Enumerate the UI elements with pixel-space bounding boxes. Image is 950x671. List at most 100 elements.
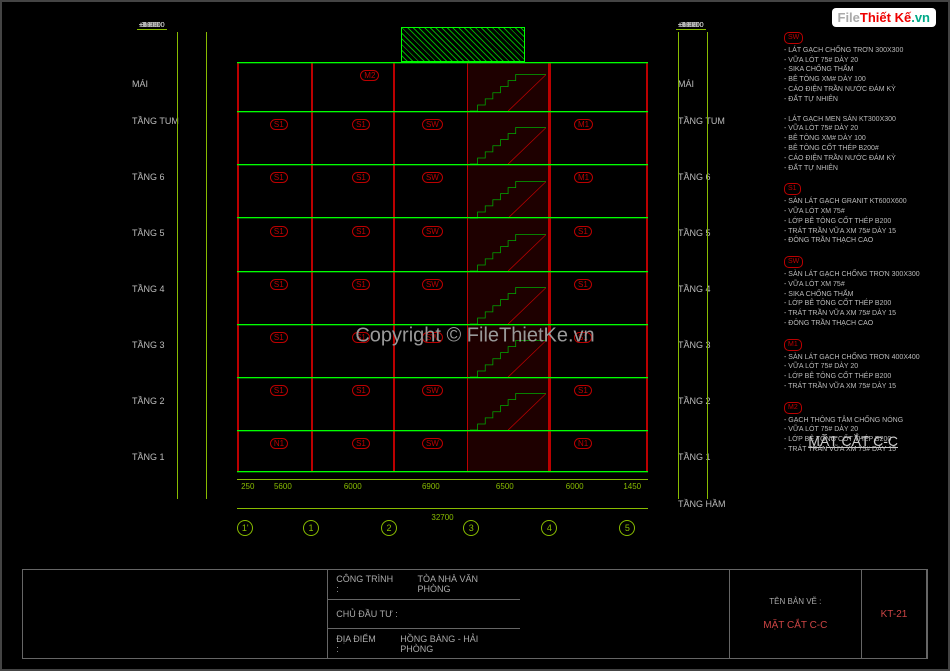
room-tag: S1 xyxy=(270,226,288,237)
room-tag: S1 xyxy=(352,172,370,183)
note-block: - LÁT GẠCH MEN SÁN KT300X300- VỮA LÓT 75… xyxy=(784,115,934,174)
stair-flight xyxy=(470,230,546,274)
room-tag: S1 xyxy=(352,385,370,396)
note-block: S1- SÀN LÁT GẠCH GRANIT KT600X600- VỮA L… xyxy=(784,183,934,246)
note-block: M1 - SÀN LÁT GẠCH CHỐNG TRƠN 400X400- VỮA… xyxy=(784,339,934,392)
slab xyxy=(237,164,648,168)
room-tag: S1 xyxy=(270,279,288,290)
slab xyxy=(237,471,648,475)
ext-wall-right xyxy=(646,62,648,471)
tb-value: TÒA NHÀ VĂN PHÒNG xyxy=(417,574,512,594)
dim: 1450 xyxy=(623,482,641,491)
note-line: - TRÁT TRẦN VỮA XM 75# DÀY 15 xyxy=(784,227,934,237)
note-line: - SIKA CHỐNG THẤM xyxy=(784,290,934,300)
level-label: TẦNG 3 xyxy=(132,340,165,350)
room-tag: S1 xyxy=(270,119,288,130)
note-line: - BÊ TÔNG XM# DÀY 100 xyxy=(784,134,934,144)
room-tag: SW xyxy=(422,226,443,237)
note-tag: SW xyxy=(784,256,803,268)
int-wall xyxy=(311,62,313,471)
room-tag: SW xyxy=(422,279,443,290)
building-section: M2 S1S1SWM1S1S1SWM1S1S1SWS1S1S1SWS1S1S1S… xyxy=(237,62,648,471)
level-label: TẦNG 6 xyxy=(132,172,165,182)
int-wall xyxy=(549,62,551,471)
grid-bubble: 2 xyxy=(381,520,397,536)
level-label: TẦNG 1 xyxy=(132,452,165,462)
tb-label: CHỦ ĐẦU TƯ : xyxy=(336,609,398,619)
note-tag: SW xyxy=(784,32,803,44)
dim: 250 xyxy=(241,482,254,491)
note-line: - ĐẤT TỰ NHIÊN xyxy=(784,164,934,174)
dim: 6500 xyxy=(496,482,514,491)
note-line: - ĐÔNG TRẦN THẠCH CAO xyxy=(784,236,934,246)
note-block: M2- GẠCH THÔNG TÂM CHỐNG NÓNG- VỮA LÓT 7… xyxy=(784,402,934,455)
room-tag: S1 xyxy=(574,385,592,396)
dim-column-left xyxy=(177,32,207,499)
slab xyxy=(237,111,648,115)
room-tag: S1 xyxy=(270,332,288,343)
stair-flight xyxy=(470,283,546,327)
stair-flight xyxy=(470,177,546,221)
grid-bubble: 3 xyxy=(463,520,479,536)
grid-bubble: 1 xyxy=(303,520,319,536)
roof-structure xyxy=(401,27,524,62)
dim: 6000 xyxy=(566,482,584,491)
note-line: - ĐÔNG TRẦN THẠCH CAO xyxy=(784,319,934,329)
stair-flight xyxy=(470,389,546,433)
slab xyxy=(237,217,648,221)
watermark: Copyright © FileThietKe.vn xyxy=(355,324,594,347)
note-line: - VỮA LÓT 75# DÀY 20 xyxy=(784,425,934,435)
note-line: - SÀN LÁT GẠCH CHỐNG TRƠN 300X300 xyxy=(784,270,934,280)
dim: 6900 xyxy=(422,482,440,491)
stair-flight xyxy=(470,70,546,114)
tb-value: HỒNG BÀNG - HẢI PHÒNG xyxy=(400,634,512,654)
slab xyxy=(237,62,648,66)
slab xyxy=(237,271,648,275)
elev: -3.000 xyxy=(137,22,161,30)
room-tag: SW xyxy=(422,172,443,183)
note-line: - VỮA LÓT 75# DÀY 20 xyxy=(784,362,934,372)
sheet-number: KT-21 xyxy=(862,570,927,658)
room-tag: M2 xyxy=(360,70,379,81)
room-tag: N1 xyxy=(574,438,592,449)
room-tag: S1 xyxy=(352,279,370,290)
note-line: - TRÁT TRẦN VỮA XM 75# DÀY 15 xyxy=(784,445,934,455)
grid-bubble: 4 xyxy=(541,520,557,536)
cad-viewport[interactable]: FileThiết Kế.vn MÁI TẦNG TUM TẦNG 6 TẦNG… xyxy=(0,0,950,671)
grid-bubble: 5 xyxy=(619,520,635,536)
note-line: - LỚP BÊ TÔNG CỐT THÉP B200 xyxy=(784,299,934,309)
slab xyxy=(237,430,648,434)
level-label: TẦNG 2 xyxy=(132,396,165,406)
int-wall xyxy=(393,62,395,471)
slab xyxy=(237,377,648,381)
room-tag: S1 xyxy=(352,226,370,237)
note-line: - BÊ TÔNG CỐT THÉP B200# xyxy=(784,144,934,154)
level-label: TẦNG HẦM xyxy=(678,499,726,509)
note-line: - LÁT GẠCH MEN SÁN KT300X300 xyxy=(784,115,934,125)
dim-column-right xyxy=(678,32,708,499)
note-line: - SÀN LÁT GẠCH GRANIT KT600X600 xyxy=(784,197,934,207)
room-tag: S1 xyxy=(352,119,370,130)
note-line: - VỮA LÓT 75# DÀY 20 xyxy=(784,124,934,134)
room-tag: N1 xyxy=(270,438,288,449)
grid-bubble: 1' xyxy=(237,520,253,536)
level-label: TẦNG 4 xyxy=(132,284,165,294)
dim: 6000 xyxy=(344,482,362,491)
note-tag: S1 xyxy=(784,183,801,195)
note-line: - LỚP BÊ TÔNG CỐT THÉP B200 xyxy=(784,435,934,445)
material-notes: SW- LÁT GẠCH CHỐNG TRƠN 300X300- VỮA LÓT… xyxy=(784,32,934,465)
note-line: - SÀN LÁT GẠCH CHỐNG TRƠN 400X400 xyxy=(784,353,934,363)
level-label: TẦNG TUM xyxy=(132,116,179,126)
room-tag: S1 xyxy=(574,279,592,290)
dim: 5600 xyxy=(274,482,292,491)
note-tag: M1 xyxy=(784,339,802,351)
note-line: - SIKA CHỐNG THẤM xyxy=(784,65,934,75)
stair-flight xyxy=(470,123,546,167)
room-tag: M1 xyxy=(574,172,593,183)
level-label: TẦNG 5 xyxy=(132,228,165,238)
room-tag: S1 xyxy=(574,226,592,237)
room-tag: M1 xyxy=(574,119,593,130)
stairwell xyxy=(467,62,549,471)
note-line: - VỮA LÓT XM 75# xyxy=(784,280,934,290)
level-labels-left: MÁI TẦNG TUM TẦNG 6 TẦNG 5 TẦNG 4 TẦNG 3… xyxy=(62,32,132,499)
